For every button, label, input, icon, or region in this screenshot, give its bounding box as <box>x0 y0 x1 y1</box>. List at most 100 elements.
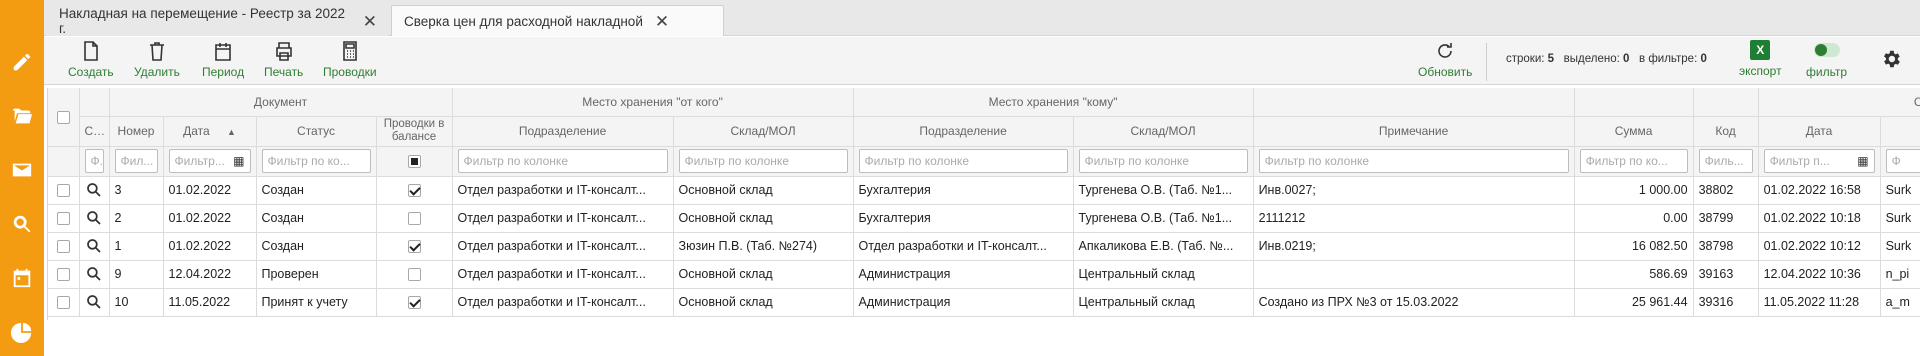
col-to-dept[interactable]: Подразделение <box>853 116 1074 147</box>
cell-posted[interactable] <box>376 288 453 317</box>
filter-status[interactable]: Фильтр по ко... <box>261 149 371 173</box>
col-postings[interactable]: Проводки в балансе <box>376 116 453 147</box>
settings-button[interactable] <box>1880 48 1902 73</box>
calendar-icon[interactable]: ▦ <box>1857 154 1868 168</box>
postings-button[interactable]: Проводки <box>323 40 377 79</box>
cell-user: n_pi <box>1880 260 1920 289</box>
table-row[interactable]: 9 12.04.2022 Проверен Отдел разработки и IT… <box>48 260 1920 289</box>
file-icon <box>83 41 98 61</box>
posted-checkbox[interactable] <box>407 268 421 282</box>
row-select-checkbox[interactable] <box>56 296 70 310</box>
table-row[interactable]: 10 11.05.2022 Принят к учету Отдел разработ… <box>48 288 1920 317</box>
calendar-icon[interactable] <box>10 266 34 290</box>
row-select-checkbox[interactable] <box>56 268 70 282</box>
filter-date[interactable]: Фильтр... ▦ <box>168 149 251 173</box>
cell-posted[interactable] <box>376 204 453 233</box>
filter-note[interactable]: Фильтр по колонке <box>1258 149 1569 173</box>
select-all-header[interactable] <box>48 88 80 147</box>
row-select-checkbox[interactable] <box>56 240 70 254</box>
refresh-button[interactable]: Обновить <box>1418 40 1472 79</box>
create-button[interactable]: Создать <box>68 40 114 79</box>
col-from-dept[interactable]: Подразделение <box>452 116 674 147</box>
row-select-cell[interactable] <box>48 204 80 233</box>
filter-contents[interactable]: Ф. <box>84 149 104 173</box>
cell-from-dept: Отдел разработки и IT-консалт... <box>452 204 674 233</box>
filter-code[interactable]: Филь... <box>1698 149 1753 173</box>
table-row[interactable]: 3 01.02.2022 Создан Отдел разработки и IT-к… <box>48 176 1920 205</box>
col-note[interactable]: Примечание <box>1253 116 1575 147</box>
folder-icon[interactable] <box>10 104 34 128</box>
search-icon[interactable] <box>10 212 34 236</box>
col-sum[interactable]: Сумма <box>1574 116 1694 147</box>
table-row[interactable]: 2 01.02.2022 Создан Отдел разработки и IT-к… <box>48 204 1920 233</box>
pie-chart-icon[interactable] <box>10 320 34 344</box>
filter-number[interactable]: Фил... <box>114 149 158 173</box>
filter-date2[interactable]: Фильтр п... ▦ <box>1763 149 1875 173</box>
mail-icon[interactable] <box>10 158 34 182</box>
search-icon[interactable] <box>86 238 102 253</box>
row-select-cell[interactable] <box>48 232 80 261</box>
filter-to-dept[interactable]: Фильтр по колонке <box>858 149 1068 173</box>
cell-posted[interactable] <box>376 260 453 289</box>
cell-status: Проверен <box>256 260 377 289</box>
export-button[interactable]: X экспорт <box>1739 40 1782 78</box>
row-select-checkbox[interactable] <box>56 212 70 226</box>
row-open-cell[interactable] <box>79 176 110 205</box>
cell-to-dept: Администрация <box>853 288 1074 317</box>
cell-posted[interactable] <box>376 232 453 261</box>
col-to-store[interactable]: Склад/МОЛ <box>1073 116 1254 147</box>
cell-note: Инв.0219; <box>1253 232 1575 261</box>
col-from-store[interactable]: Склад/МОЛ <box>673 116 854 147</box>
edit-icon[interactable] <box>10 50 34 74</box>
row-open-cell[interactable] <box>79 288 110 317</box>
cell-sum: 586.69 <box>1574 260 1694 289</box>
search-icon[interactable] <box>86 294 102 309</box>
tab-price-check[interactable]: Сверка цен для расходной накладной ✕ <box>391 5 724 36</box>
col-contents[interactable]: Сод. <box>79 116 110 147</box>
cell-code: 38798 <box>1693 232 1759 261</box>
print-button[interactable]: Печать <box>264 40 303 79</box>
search-icon[interactable] <box>86 182 102 197</box>
col-code[interactable]: Код <box>1693 116 1759 147</box>
col-number[interactable]: Номер <box>109 116 164 147</box>
cell-number: 9 <box>109 260 164 289</box>
row-select-cell[interactable] <box>48 260 80 289</box>
posted-checkbox[interactable] <box>407 212 421 226</box>
tab-transfer-register[interactable]: Накладная на перемещение - Реестр за 202… <box>46 5 388 36</box>
filter-from-store[interactable]: Фильтр по колонке <box>678 149 848 173</box>
cell-posted[interactable] <box>376 176 453 205</box>
col-date2[interactable]: Дата <box>1758 116 1881 147</box>
search-icon[interactable] <box>86 266 102 281</box>
row-open-cell[interactable] <box>79 260 110 289</box>
filter-sum[interactable]: Фильтр по ко... <box>1579 149 1688 173</box>
cell-sum: 25 961.44 <box>1574 288 1694 317</box>
row-select-checkbox[interactable] <box>56 184 70 198</box>
search-icon[interactable] <box>86 210 102 225</box>
row-open-cell[interactable] <box>79 232 110 261</box>
period-button[interactable]: Период <box>202 40 244 79</box>
filter-toggle[interactable]: фильтр <box>1806 40 1847 79</box>
posted-checkbox[interactable] <box>407 296 421 310</box>
close-icon[interactable]: ✕ <box>655 13 669 30</box>
posted-checkbox[interactable] <box>407 184 421 198</box>
cell-note <box>1253 260 1575 289</box>
filter-extra[interactable]: Ф <box>1885 149 1920 173</box>
toolbar: Создать Удалить Период Печать Проводки О… <box>44 37 1920 85</box>
col-status[interactable]: Статус <box>256 116 377 147</box>
table-row[interactable]: 1 01.02.2022 Создан Отдел разработки и IT-к… <box>48 232 1920 261</box>
cell-user: Surk <box>1880 204 1920 233</box>
select-all-checkbox[interactable] <box>56 110 70 124</box>
filter-from-dept[interactable]: Фильтр по колонке <box>457 149 668 173</box>
row-select-cell[interactable] <box>48 176 80 205</box>
col-date[interactable]: Дата ▲ <box>163 116 257 147</box>
toolbar-divider <box>1486 43 1487 81</box>
close-icon[interactable]: ✕ <box>363 13 377 30</box>
delete-button[interactable]: Удалить <box>134 40 180 79</box>
filter-postings-checkbox[interactable] <box>407 155 421 169</box>
filter-to-store[interactable]: Фильтр по колонке <box>1078 149 1248 173</box>
posted-checkbox[interactable] <box>407 240 421 254</box>
row-open-cell[interactable] <box>79 204 110 233</box>
calendar-icon[interactable]: ▦ <box>233 154 244 168</box>
row-select-cell[interactable] <box>48 288 80 317</box>
cell-from-store: Основной склад <box>673 176 854 205</box>
